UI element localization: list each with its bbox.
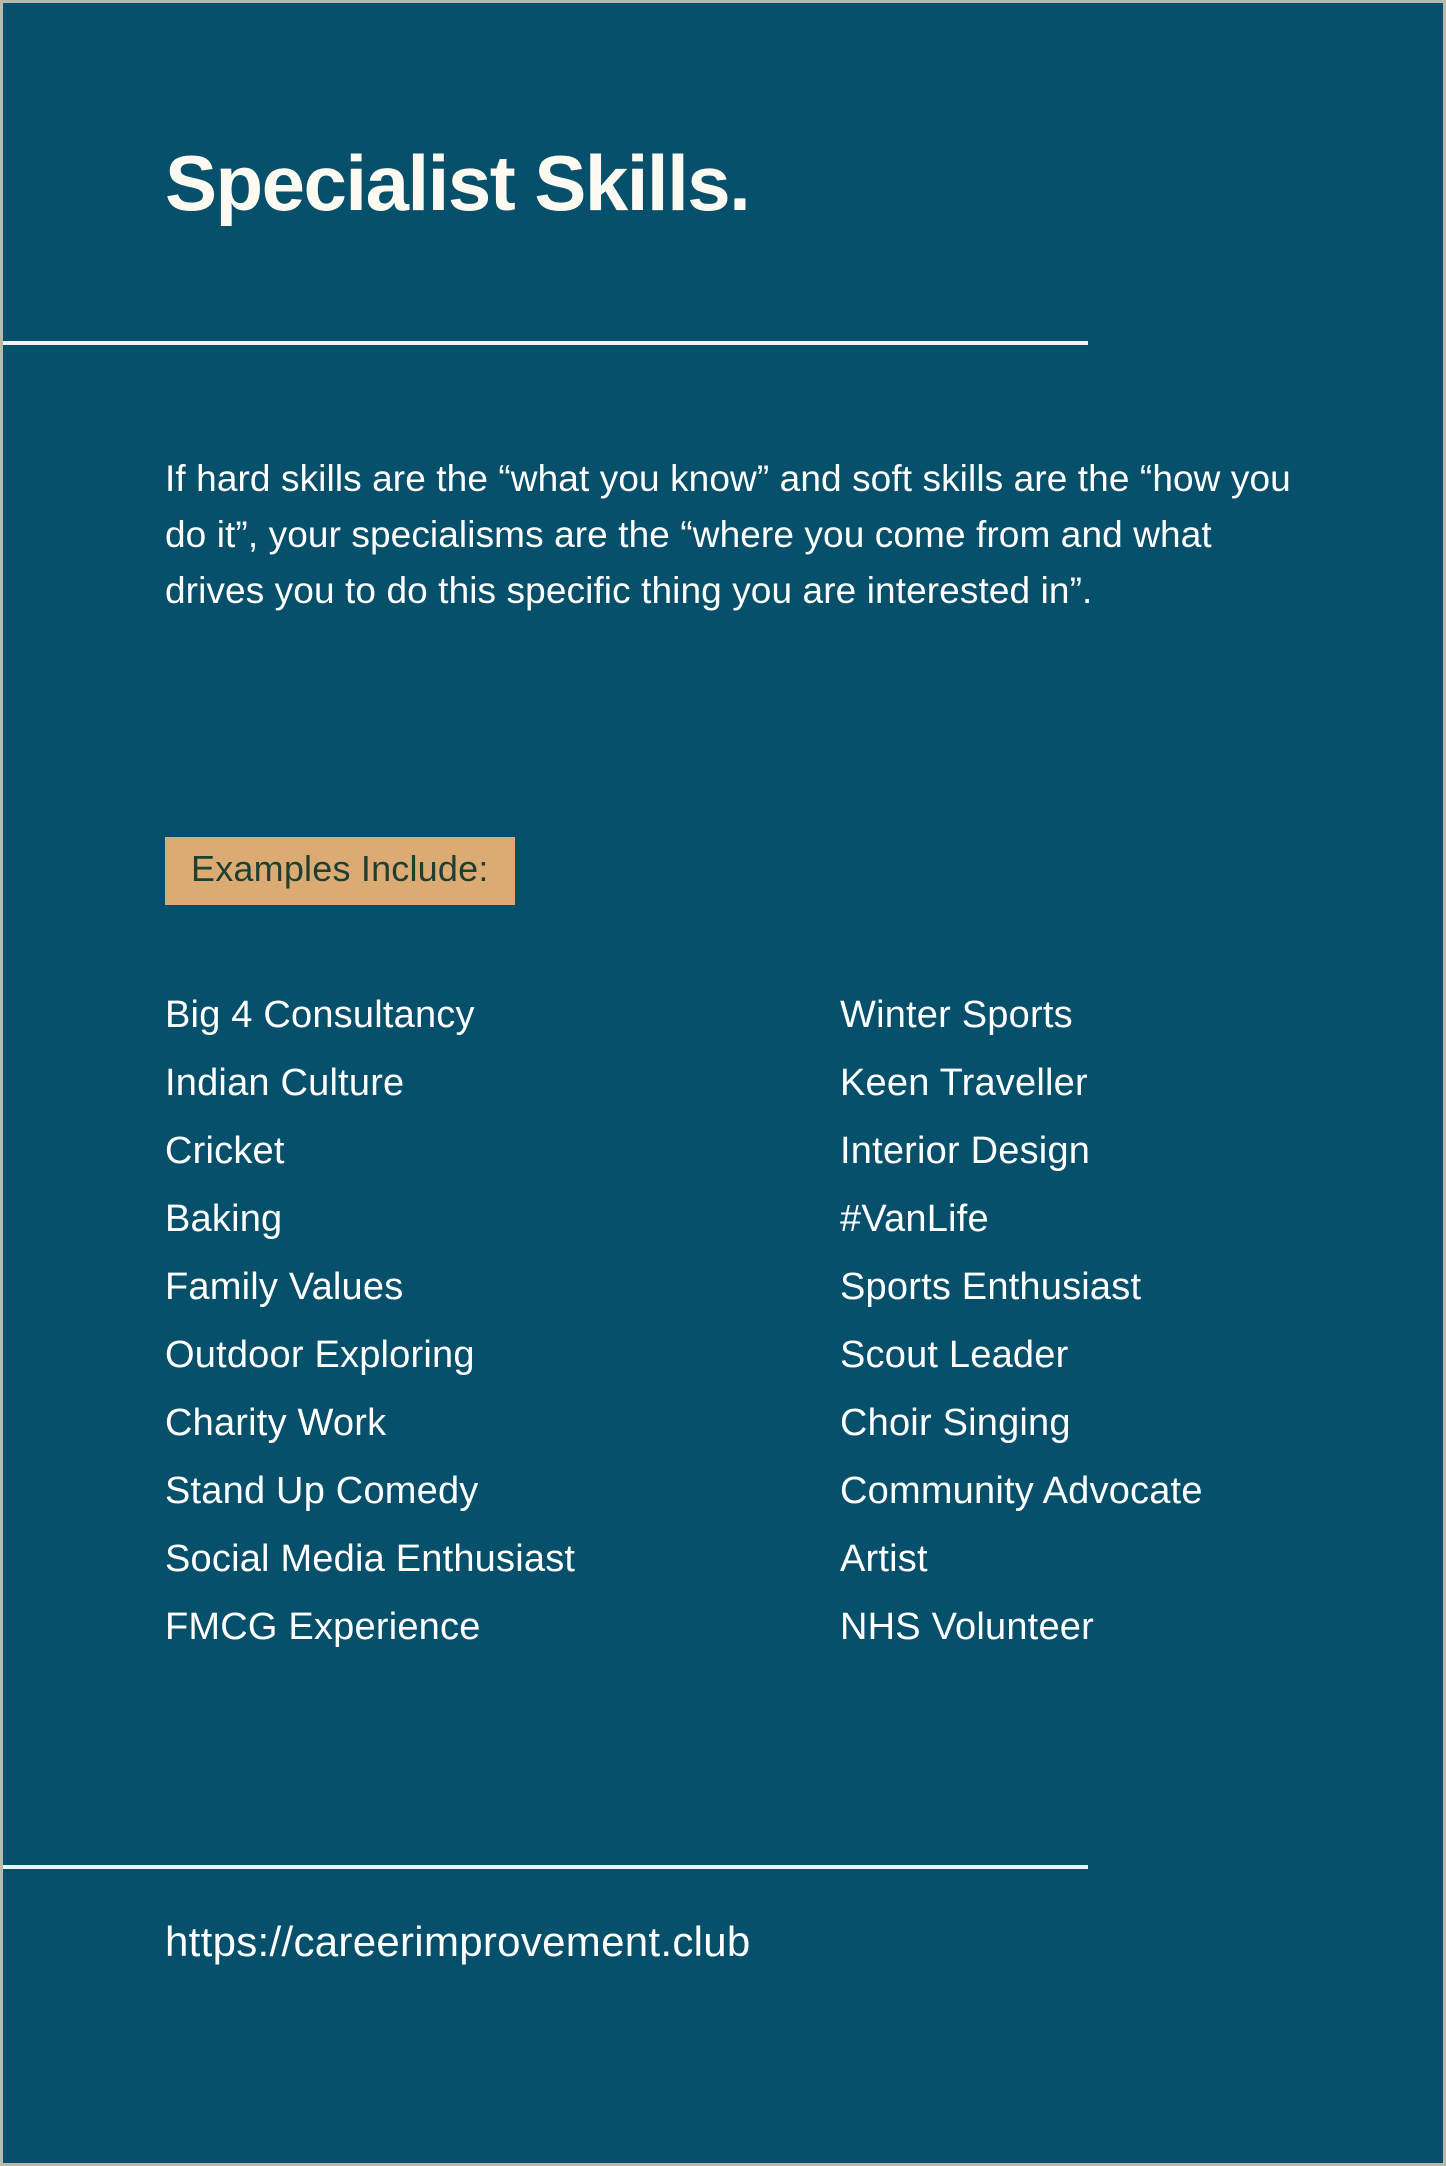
list-item: Interior Design bbox=[840, 1130, 1091, 1172]
list-item: #VanLife bbox=[840, 1198, 989, 1240]
divider-top bbox=[3, 341, 1088, 345]
examples-lists: Big 4 Consultancy Indian Culture Cricket… bbox=[165, 981, 1295, 1661]
list-item: Community Advocate bbox=[840, 1470, 1203, 1512]
list-item: Cricket bbox=[165, 1130, 285, 1172]
list-item: Big 4 Consultancy bbox=[165, 994, 475, 1036]
list-item: NHS Volunteer bbox=[840, 1606, 1094, 1648]
list-item: Keen Traveller bbox=[840, 1062, 1088, 1104]
poster-content: Specialist Skills. If hard skills are th… bbox=[3, 3, 1295, 2163]
list-item: Artist bbox=[840, 1538, 928, 1580]
examples-include-badge: Examples Include: bbox=[165, 837, 515, 905]
divider-bottom bbox=[3, 1865, 1088, 1869]
list-item: Stand Up Comedy bbox=[165, 1470, 479, 1512]
examples-right-column: Winter Sports Keen Traveller Interior De… bbox=[840, 981, 1295, 1661]
list-item: Winter Sports bbox=[840, 994, 1073, 1036]
list-item: Sports Enthusiast bbox=[840, 1266, 1142, 1308]
list-item: FMCG Experience bbox=[165, 1606, 481, 1648]
intro-paragraph: If hard skills are the “what you know” a… bbox=[165, 458, 1291, 611]
footer-url[interactable]: https://careerimprovement.club bbox=[165, 1917, 751, 1967]
list-item: Choir Singing bbox=[840, 1402, 1071, 1444]
list-item: Baking bbox=[165, 1198, 283, 1240]
list-item: Social Media Enthusiast bbox=[165, 1538, 576, 1580]
list-item: Family Values bbox=[165, 1266, 404, 1308]
list-item: Outdoor Exploring bbox=[165, 1334, 475, 1376]
list-item: Charity Work bbox=[165, 1402, 387, 1444]
examples-left-column: Big 4 Consultancy Indian Culture Cricket… bbox=[165, 981, 840, 1661]
poster-canvas: Specialist Skills. If hard skills are th… bbox=[0, 0, 1446, 2166]
list-item: Indian Culture bbox=[165, 1062, 405, 1104]
page-title: Specialist Skills. bbox=[165, 139, 751, 227]
list-item: Scout Leader bbox=[840, 1334, 1069, 1376]
